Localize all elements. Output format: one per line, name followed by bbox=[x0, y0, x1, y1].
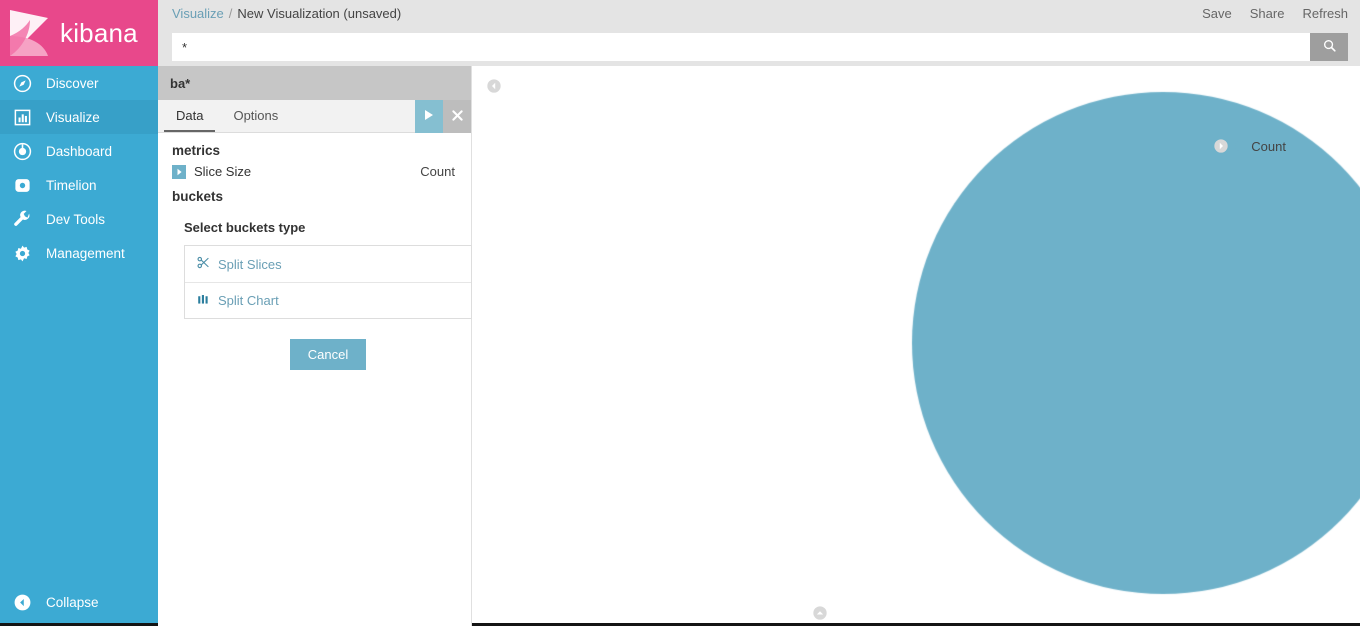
query-bar bbox=[158, 28, 1360, 66]
sidebar-item-label: Dashboard bbox=[46, 143, 113, 159]
cancel-row: Cancel bbox=[184, 339, 472, 370]
tab-options[interactable]: Options bbox=[221, 100, 290, 132]
metrics-heading: metrics bbox=[172, 143, 221, 158]
search-submit-button[interactable] bbox=[1310, 33, 1348, 61]
tab-data[interactable]: Data bbox=[164, 100, 216, 132]
breadcrumb-separator: / bbox=[228, 6, 233, 21]
sidebar-item-label: Management bbox=[46, 245, 125, 261]
kibana-app: kibana Discover Visualize Dashboard Time… bbox=[0, 0, 1360, 626]
chevron-left-circle-icon bbox=[10, 590, 34, 614]
brand-name: kibana bbox=[60, 17, 138, 48]
index-pattern-label: ba* bbox=[170, 75, 191, 91]
columns-icon bbox=[197, 293, 210, 309]
share-button[interactable]: Share bbox=[1250, 6, 1285, 21]
bucket-option-split-chart[interactable]: Split Chart bbox=[185, 282, 471, 318]
bucket-type-list: Split Slices Split Chart bbox=[184, 245, 472, 319]
bar-chart-icon bbox=[10, 105, 34, 129]
kibana-logo-icon bbox=[8, 8, 52, 58]
chart-legend: Count bbox=[1213, 138, 1286, 154]
sidebar-item-timelion[interactable]: Timelion bbox=[0, 168, 158, 202]
apply-changes-button[interactable] bbox=[415, 100, 443, 133]
triangle-right-icon[interactable] bbox=[172, 164, 186, 179]
editor-tab-actions bbox=[415, 100, 471, 133]
bucket-option-label: Split Slices bbox=[218, 256, 282, 272]
legend-label: Count bbox=[1251, 138, 1286, 154]
play-icon bbox=[423, 109, 435, 124]
breadcrumb: Visualize / New Visualization (unsaved) bbox=[172, 6, 401, 21]
aggregation-config: metrics Slice Size Count buckets Select … bbox=[158, 133, 472, 370]
sidebar-item-discover[interactable]: Discover bbox=[0, 66, 158, 100]
discard-changes-button[interactable] bbox=[443, 100, 471, 133]
metric-row-slice-size[interactable]: Slice Size Count bbox=[172, 164, 457, 179]
workspace: ba* Data Options metrics Slice Size Coun… bbox=[158, 66, 1360, 626]
sidebar-item-label: Dev Tools bbox=[46, 211, 106, 227]
sidebar-item-visualize[interactable]: Visualize bbox=[0, 100, 158, 134]
gear-icon bbox=[10, 241, 34, 265]
breadcrumb-visualize-link[interactable]: Visualize bbox=[172, 6, 224, 21]
save-button[interactable]: Save bbox=[1202, 6, 1232, 21]
bucket-option-split-slices[interactable]: Split Slices bbox=[185, 246, 471, 282]
refresh-button[interactable]: Refresh bbox=[1302, 6, 1348, 21]
visualization-canvas: Count bbox=[472, 66, 1360, 626]
metric-value: Count bbox=[420, 164, 455, 179]
scissors-icon bbox=[197, 256, 210, 272]
visualization-editor-panel: ba* Data Options metrics Slice Size Coun… bbox=[158, 66, 472, 626]
wrench-icon bbox=[10, 207, 34, 231]
main-area: Visualize / New Visualization (unsaved) … bbox=[158, 0, 1360, 626]
top-actions: Save Share Refresh bbox=[1202, 6, 1348, 21]
index-pattern-bar[interactable]: ba* bbox=[158, 66, 471, 100]
sidebar-collapse-label: Collapse bbox=[46, 594, 99, 610]
legend-item-count[interactable]: Count bbox=[1235, 139, 1286, 154]
sidebar-item-dashboard[interactable]: Dashboard bbox=[0, 134, 158, 168]
sidebar: kibana Discover Visualize Dashboard Time… bbox=[0, 0, 158, 626]
tab-label: Data bbox=[176, 107, 204, 123]
compass-icon bbox=[10, 71, 34, 95]
bottom-expand-handle[interactable] bbox=[812, 605, 828, 621]
brand-logo[interactable]: kibana bbox=[0, 0, 158, 66]
breadcrumb-current: New Visualization (unsaved) bbox=[237, 6, 402, 21]
select-buckets-type-label: Select buckets type bbox=[184, 220, 306, 235]
sidebar-item-label: Timelion bbox=[46, 177, 97, 193]
sidebar-collapse-button[interactable]: Collapse bbox=[0, 587, 99, 617]
buckets-heading: buckets bbox=[172, 189, 224, 204]
bucket-option-label: Split Chart bbox=[218, 293, 279, 308]
close-icon bbox=[451, 109, 463, 124]
sidebar-item-label: Visualize bbox=[46, 109, 100, 125]
metric-label: Slice Size bbox=[194, 164, 252, 179]
chevron-right-circle-icon[interactable] bbox=[1213, 138, 1229, 154]
top-bar: Visualize / New Visualization (unsaved) … bbox=[158, 0, 1360, 28]
search-input[interactable] bbox=[172, 33, 1310, 61]
dashboard-icon bbox=[10, 139, 34, 163]
cancel-button[interactable]: Cancel bbox=[289, 339, 367, 370]
sidebar-item-label: Discover bbox=[46, 75, 99, 91]
search-icon bbox=[1322, 38, 1337, 56]
tab-label: Options bbox=[233, 107, 279, 123]
sidebar-item-dev-tools[interactable]: Dev Tools bbox=[0, 202, 158, 236]
legend-color-swatch bbox=[1235, 141, 1246, 151]
editor-tabs: Data Options bbox=[158, 100, 471, 133]
clock-icon bbox=[10, 173, 34, 197]
sidebar-item-management[interactable]: Management bbox=[0, 236, 158, 270]
